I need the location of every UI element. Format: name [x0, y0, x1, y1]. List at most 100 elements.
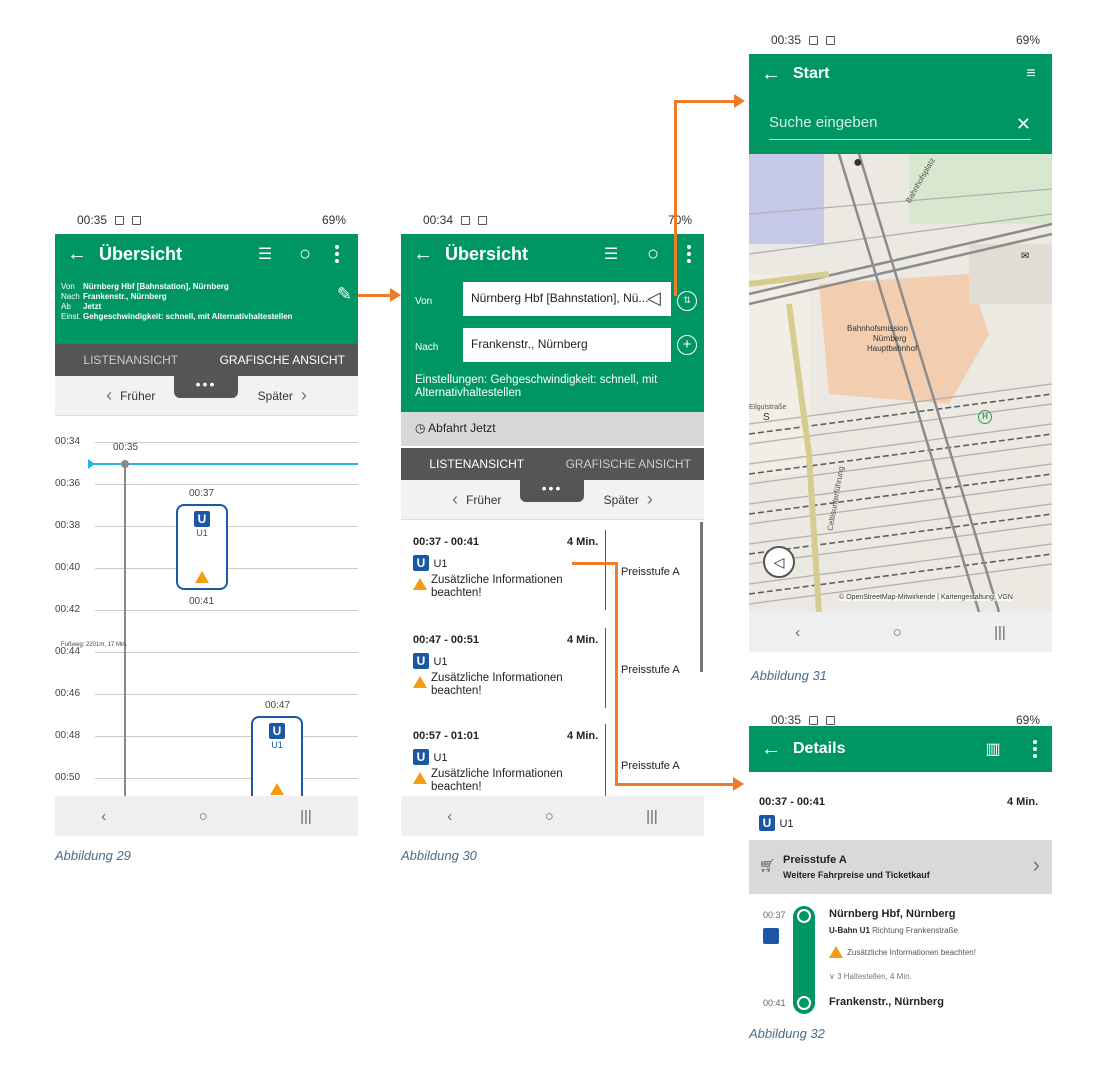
- image-icon: [826, 35, 836, 45]
- arrowhead-icon: [734, 94, 745, 108]
- view-tabs: LISTENANSICHT GRAFISCHE ANSICHT: [401, 448, 704, 480]
- from-field[interactable]: Nürnberg Hbf [Bahnstation], Nü...: [463, 282, 671, 316]
- departure-row[interactable]: ◷ Abfahrt Jetzt: [401, 412, 704, 446]
- notification-icon: [115, 215, 125, 225]
- add-stop-icon[interactable]: +: [677, 335, 697, 355]
- warning-icon: [195, 571, 209, 583]
- android-nav-bar: ‹ ○ |||: [401, 796, 704, 836]
- stop-circle: [797, 996, 811, 1010]
- locate-arrow-icon[interactable]: ◁: [647, 288, 661, 309]
- cart-icon: 🛒︎: [759, 858, 776, 873]
- nav-back-icon[interactable]: ‹: [795, 624, 800, 641]
- screen-abbildung-32: 00:35 69% ← Details ▥ 00:37 - 00:41 4 Min…: [749, 706, 1052, 1018]
- screen-abbildung-31: 00:35 69% ← Start ≡ Suche eingeben ✕ ● B…: [749, 26, 1052, 652]
- back-arrow-icon[interactable]: ←: [749, 738, 793, 761]
- locate-me-icon[interactable]: ◁: [763, 546, 795, 578]
- timeline: 00:34 00:36 00:38 00:40 00:42 00:44 00:4…: [55, 426, 358, 806]
- page-title: Übersicht: [445, 243, 529, 264]
- stop-circle: [797, 909, 811, 923]
- nav-back-icon[interactable]: ‹: [101, 808, 106, 825]
- filter-icon[interactable]: ☰: [597, 234, 625, 274]
- route-timeline: 00:37 Nürnberg Hbf, Nürnberg U-Bahn U1 R…: [749, 902, 1052, 1018]
- swap-icon[interactable]: ⇅: [677, 291, 697, 311]
- image-icon: [826, 715, 836, 725]
- clock-icon: ◷: [415, 421, 426, 435]
- nav-home-icon[interactable]: ○: [199, 808, 208, 825]
- more-vert-icon[interactable]: [679, 234, 699, 274]
- ubahn-icon: U: [269, 723, 285, 739]
- more-vert-icon[interactable]: [327, 234, 347, 274]
- warning-icon: [413, 578, 427, 590]
- map-graphic: [749, 154, 1052, 612]
- warning-icon: [413, 676, 427, 688]
- refresh-icon[interactable]: ○: [291, 234, 319, 274]
- tab-list-view[interactable]: LISTENANSICHT: [55, 344, 207, 376]
- close-icon[interactable]: ✕: [1016, 114, 1031, 135]
- price-row[interactable]: 🛒︎ Preisstufe A Weitere Fahrpreise und T…: [749, 840, 1052, 894]
- nav-home-icon[interactable]: ○: [893, 624, 902, 641]
- back-arrow-icon[interactable]: ←: [401, 243, 445, 266]
- bus-stop-icon: H: [978, 410, 992, 424]
- image-icon: [478, 215, 488, 225]
- nav-home-icon[interactable]: ○: [545, 808, 554, 825]
- screen-abbildung-30: 00:34 70% ← Übersicht ☰ ○ Von Nürnberg Hb…: [401, 206, 704, 836]
- more-button[interactable]: •••: [174, 376, 238, 398]
- warning-icon: [413, 772, 427, 784]
- android-nav-bar: ‹ ○ |||: [55, 796, 358, 836]
- map[interactable]: ● Bahnhofsplatz Bahnhofsmission Nürnberg…: [749, 154, 1052, 612]
- settings-summary: Einstellungen: Gehgeschwindigkeit: schne…: [415, 374, 658, 399]
- list-item[interactable]: 00:37 - 00:41 4 Min. U U1 Zusätzliche In…: [401, 522, 704, 618]
- arrowhead-icon: [390, 288, 401, 302]
- android-nav-bar: ‹ ○ |||: [749, 612, 1052, 652]
- warning-icon: [829, 946, 843, 958]
- arrow-30-to-32: [572, 562, 618, 565]
- tab-graphic-view[interactable]: GRAFISCHE ANSICHT: [207, 344, 359, 376]
- trip-summary: Von Nürnberg Hbf [Bahnstation], Nürnberg …: [61, 282, 293, 321]
- page-title: Details: [793, 740, 846, 757]
- now-label: 00:35: [113, 442, 139, 453]
- walk-dot: [121, 460, 129, 468]
- more-button[interactable]: •••: [520, 480, 584, 502]
- chevron-left-icon: ‹: [106, 385, 113, 405]
- header: ← Details ▥: [749, 726, 1052, 772]
- nav-recents-icon[interactable]: |||: [994, 624, 1006, 641]
- nav-recents-icon[interactable]: |||: [646, 808, 658, 825]
- tab-graphic-view[interactable]: GRAFISCHE ANSICHT: [553, 448, 705, 480]
- ubahn-icon: U: [194, 511, 210, 527]
- search-input[interactable]: Suche eingeben ✕: [769, 114, 1031, 140]
- to-field[interactable]: Frankenstr., Nürnberg: [463, 328, 671, 362]
- trip-card-1[interactable]: U U1: [176, 504, 228, 590]
- list-item[interactable]: 00:47 - 00:51 4 Min. U U1 Zusätzliche In…: [401, 620, 704, 716]
- arrow-29-to-30: [358, 294, 394, 297]
- tab-list-view[interactable]: LISTENANSICHT: [401, 448, 553, 480]
- edit-pencil-icon[interactable]: ✎: [337, 284, 352, 305]
- list-icon[interactable]: ≡: [1019, 54, 1043, 94]
- map-icon[interactable]: ▥: [981, 729, 1005, 769]
- arrow-30-to-31: [674, 101, 677, 296]
- now-line: [91, 463, 358, 465]
- refresh-icon[interactable]: ○: [639, 234, 667, 274]
- walk-label: Fußweg: 2201m, 17 Min.: [61, 642, 128, 648]
- header: ← Übersicht ☰ ○ Von Nürnberg Hbf [Bahnst…: [401, 234, 704, 422]
- page-title: Übersicht: [99, 243, 183, 264]
- nav-back-icon[interactable]: ‹: [447, 808, 452, 825]
- ubahn-icon: [763, 928, 779, 944]
- expand-stops[interactable]: ∨ 3 Haltestellen, 4 Min.: [829, 972, 912, 981]
- walk-line: [124, 463, 126, 796]
- status-bar: 00:34 70%: [401, 206, 704, 234]
- arrow-30-to-32-v: [615, 562, 618, 786]
- scrollbar[interactable]: [700, 522, 703, 672]
- arrowhead-icon: [733, 777, 744, 791]
- filter-icon[interactable]: ☰: [251, 234, 279, 274]
- trip-list: 00:37 - 00:41 4 Min. U U1 Zusätzliche In…: [401, 522, 704, 796]
- back-arrow-icon[interactable]: ←: [55, 243, 99, 266]
- more-vert-icon[interactable]: [1025, 729, 1045, 769]
- arrow-30-to-32-h: [615, 783, 737, 786]
- back-arrow-icon[interactable]: ←: [749, 63, 793, 86]
- notification-icon: [809, 35, 819, 45]
- nav-recents-icon[interactable]: |||: [300, 808, 312, 825]
- ubahn-icon: U: [413, 653, 429, 669]
- status-bar: 00:35 69%: [55, 206, 358, 234]
- arrow-30-to-31-h: [674, 100, 738, 103]
- trip-card-2[interactable]: U U1: [251, 716, 303, 806]
